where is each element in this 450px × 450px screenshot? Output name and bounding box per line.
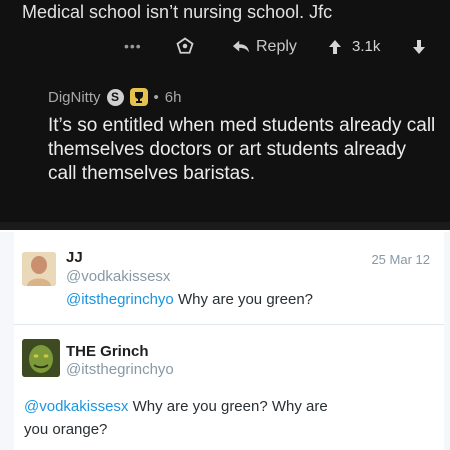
reply-label: Reply — [256, 38, 297, 55]
comment-meta: DigNitty S • 6h — [48, 88, 181, 106]
reddit-comment-panel: Medical school isn’t nursing school. Jfc… — [0, 0, 450, 230]
trophy-icon — [129, 88, 148, 106]
twitter-thread: JJ @vodkakissesx 25 Mar 12 @itsthegrinch… — [0, 232, 450, 450]
mention-link[interactable]: @vodkakissesx — [24, 398, 128, 415]
tweet-date[interactable]: 25 Mar 12 — [371, 252, 430, 267]
user-handle[interactable]: @itsthegrinchyo — [66, 361, 174, 378]
tweet-card[interactable]: THE Grinch @itsthegrinchyo @vodkakissesx… — [14, 325, 444, 450]
panel-bottom-edge — [0, 222, 450, 230]
user-photo-icon — [22, 252, 56, 286]
comment-body: It’s so entitled when med students alrea… — [48, 115, 436, 184]
grinch-photo-icon — [22, 339, 60, 377]
separator-dot: • — [153, 88, 159, 106]
avatar[interactable] — [22, 252, 56, 286]
avatar[interactable] — [22, 339, 60, 377]
parent-comment-text: Medical school isn’t nursing school. Jfc — [22, 2, 333, 22]
comment-actions-bar: ••• Reply 3.1k — [0, 37, 450, 64]
tweet-text: @itsthegrinchyo Why are you green? — [66, 288, 436, 311]
tweet-card[interactable]: JJ @vodkakissesx 25 Mar 12 @itsthegrinch… — [14, 232, 444, 325]
display-name[interactable]: JJ — [66, 249, 83, 266]
tweet-body: Why are you green? — [173, 291, 314, 308]
comment-age: 6h — [164, 88, 182, 106]
tweet-text: @vodkakissesx Why are you green? Why are… — [24, 395, 354, 441]
username[interactable]: DigNitty — [48, 89, 101, 106]
user-handle[interactable]: @vodkakissesx — [66, 268, 170, 285]
more-options-button[interactable]: ••• — [124, 38, 142, 54]
upvote-group: 3.1k — [328, 38, 380, 55]
reply-button[interactable]: Reply — [232, 38, 297, 56]
mention-link[interactable]: @itsthegrinchyo — [66, 291, 174, 308]
award-icon[interactable] — [176, 37, 194, 55]
user-flair-badge: S — [106, 88, 124, 106]
score-count: 3.1k — [352, 38, 381, 55]
reply-arrow-icon — [232, 40, 250, 53]
downvote-arrow-icon[interactable] — [412, 39, 426, 55]
display-name[interactable]: THE Grinch — [66, 343, 149, 360]
upvote-arrow-icon[interactable] — [328, 39, 342, 55]
